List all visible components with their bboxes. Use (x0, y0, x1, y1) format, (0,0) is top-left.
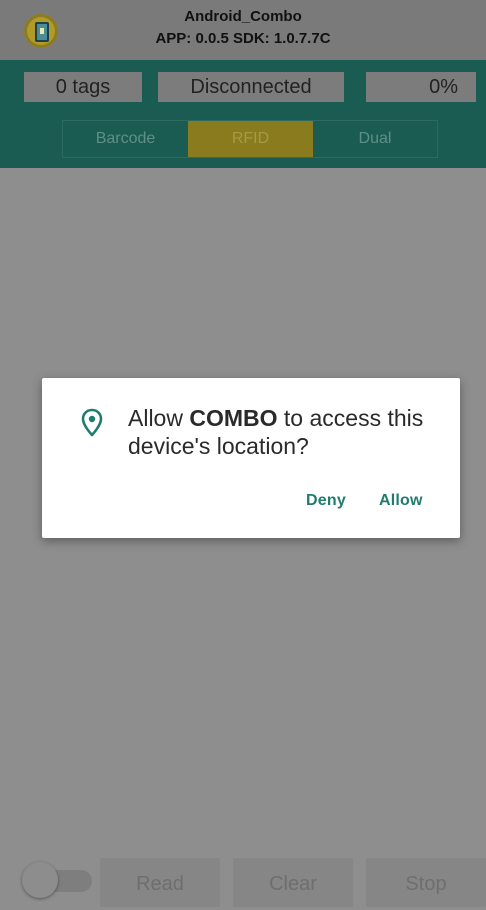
dialog-message-prefix: Allow (128, 405, 190, 431)
deny-button[interactable]: Deny (306, 492, 346, 510)
status-panel: 0 tags Disconnected 0% Barcode RFID Dual (0, 60, 486, 168)
version-info: APP: 0.0.5 SDK: 1.0.7.7C (155, 30, 331, 47)
connection-status: Disconnected (158, 72, 344, 102)
toggle-thumb (22, 862, 58, 898)
continuous-toggle[interactable] (22, 860, 94, 900)
clear-button[interactable]: Clear (233, 858, 353, 907)
progress-percent: 0% (366, 72, 476, 102)
dialog-app-name: COMBO (189, 405, 278, 431)
mode-barcode-button[interactable]: Barcode (63, 121, 188, 157)
location-permission-dialog: Allow COMBO to access this device's loca… (42, 378, 460, 538)
location-pin-icon (81, 408, 103, 437)
read-button[interactable]: Read (100, 858, 220, 907)
stop-button[interactable]: Stop (366, 858, 486, 907)
mode-selector: Barcode RFID Dual (62, 120, 438, 158)
tag-count: 0 tags (24, 72, 142, 102)
dialog-message: Allow COMBO to access this device's loca… (128, 404, 438, 460)
mode-rfid-button[interactable]: RFID (188, 121, 313, 157)
title-bar: Android_Combo APP: 0.0.5 SDK: 1.0.7.7C (0, 0, 486, 60)
allow-button[interactable]: Allow (379, 492, 423, 510)
mode-dual-button[interactable]: Dual (313, 121, 437, 157)
app-title: Android_Combo (184, 8, 302, 25)
